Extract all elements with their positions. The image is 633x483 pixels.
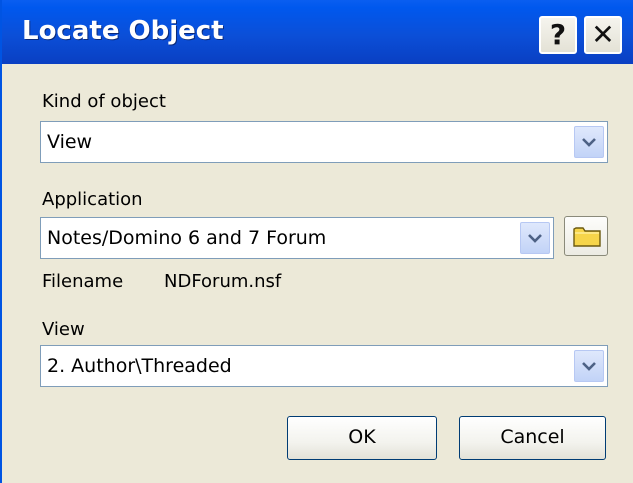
close-button[interactable]: ✕ [584,16,622,54]
chevron-down-icon [528,234,542,243]
ok-button[interactable]: OK [287,416,437,460]
folder-icon [573,227,601,247]
view-dropdown-button[interactable] [574,350,604,382]
kind-of-object-value: View [47,131,93,153]
kind-of-object-dropdown-button[interactable] [574,126,604,158]
browse-folder-button[interactable] [564,216,608,256]
kind-of-object-select[interactable]: View [40,121,608,163]
view-label: View [42,319,85,340]
dialog-title: Locate Object [22,16,224,46]
view-value: 2. Author\Threaded [47,355,232,377]
chevron-down-icon [582,138,596,147]
application-label: Application [42,189,143,210]
help-icon: ? [549,18,567,51]
application-value: Notes/Domino 6 and 7 Forum [47,227,327,249]
cancel-button[interactable]: Cancel [459,416,606,460]
application-select[interactable]: Notes/Domino 6 and 7 Forum [40,217,554,259]
filename-label: Filename [42,271,124,292]
title-bar[interactable]: Locate Object ? ✕ [2,0,633,64]
locate-object-dialog: Locate Object ? ✕ Kind of object View Ap… [0,0,633,483]
application-dropdown-button[interactable] [520,222,550,254]
view-select[interactable]: 2. Author\Threaded [40,345,608,387]
kind-of-object-label: Kind of object [42,91,166,112]
close-icon: ✕ [591,18,615,51]
help-button[interactable]: ? [539,16,577,54]
chevron-down-icon [582,362,596,371]
filename-value: NDForum.nsf [164,271,282,292]
